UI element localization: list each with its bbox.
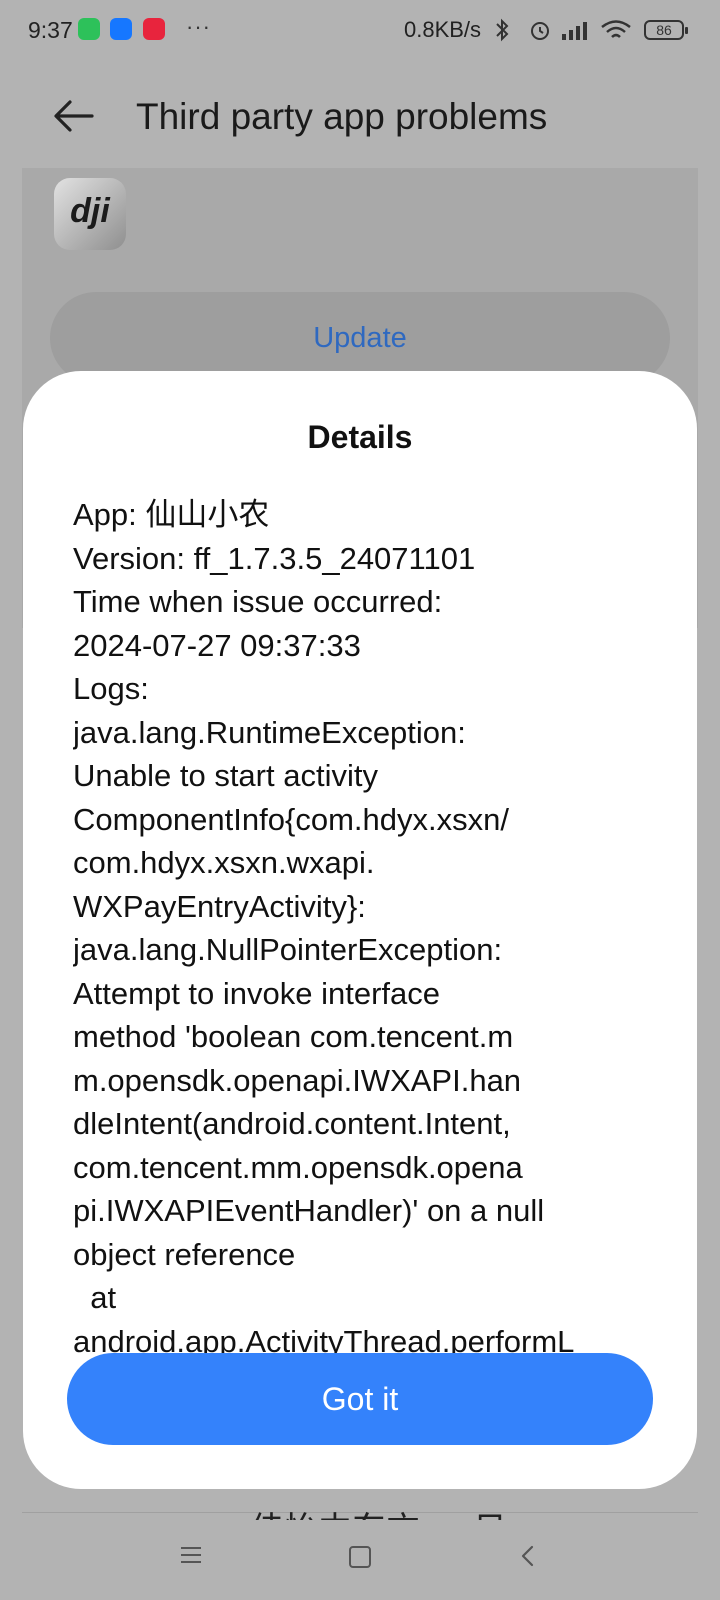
- got-it-button-label: Got it: [321, 1381, 399, 1417]
- bluetooth-icon: [496, 18, 509, 42]
- details-log-text: App: 仙山小农 Version: ff_1.7.3.5_24071101 T…: [73, 497, 575, 1359]
- cellular-signal-icon: [562, 22, 587, 40]
- got-it-button[interactable]: Got it: [67, 1353, 653, 1445]
- recent-apps-icon[interactable]: [180, 1546, 202, 1564]
- details-scroll-area[interactable]: App: 仙山小农 Version: ff_1.7.3.5_24071101 T…: [73, 493, 633, 1459]
- alarm-icon: [531, 22, 549, 40]
- nav-back-icon[interactable]: [518, 1544, 538, 1568]
- shopping-app-icon: [143, 18, 165, 40]
- background-partial-text-label: 佳怡中东方 一 日: [250, 1502, 630, 1520]
- alipay-icon: [110, 18, 132, 40]
- background-partial-text: 佳怡中东方 一 日: [250, 1500, 630, 1520]
- dialog-title: Details: [307, 419, 413, 455]
- app-icon: dji: [54, 178, 126, 250]
- battery-indicator: 86: [644, 20, 688, 40]
- update-button-label: Update: [313, 322, 407, 354]
- page-title: Third party app problems: [136, 96, 548, 137]
- wifi-icon: [601, 20, 631, 38]
- status-bar: 9:37 ··· 0.8KB/s 86: [0, 0, 720, 64]
- home-icon[interactable]: [349, 1546, 371, 1568]
- back-arrow-icon[interactable]: [52, 96, 96, 136]
- more-notifications-icon: ···: [186, 14, 211, 39]
- wechat-icon: [78, 18, 100, 40]
- app-logo-text: dji: [70, 192, 110, 230]
- status-time: 9:37: [28, 17, 73, 43]
- network-speed: 0.8KB/s: [404, 17, 482, 42]
- details-dialog: Details App: 仙山小农 Version: ff_1.7.3.5_24…: [23, 371, 697, 1489]
